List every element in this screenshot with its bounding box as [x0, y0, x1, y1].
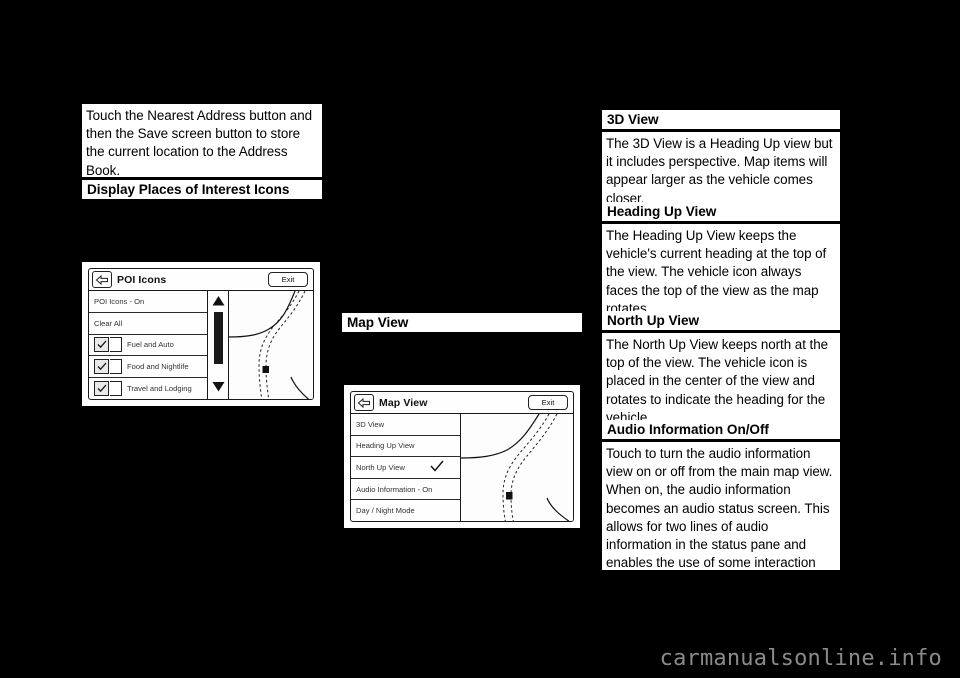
map-view-screenshot: Map View Exit 3D View Heading Up View No… [344, 385, 580, 528]
map-view-row-label: North Up View [356, 462, 405, 472]
section-heading-3d-view: 3D View [602, 110, 840, 129]
section-heading-audio-information: Audio Information On/Off [602, 420, 840, 439]
poi-row-poi-icons-on[interactable]: POI Icons - On [89, 291, 207, 313]
section-heading-north-up-view: North Up View [602, 311, 840, 330]
scrollbar-track[interactable] [218, 364, 219, 379]
poi-screen-title: POI Icons [117, 273, 167, 286]
section-body-3d-view: The 3D View is a Heading Up view but it … [602, 132, 840, 206]
map-view-heading-text: Map View [347, 314, 409, 330]
map-view-map-preview[interactable] [460, 414, 573, 521]
scroll-up-arrow-icon[interactable] [212, 293, 225, 311]
manual-page: Touch the Nearest Address button and the… [0, 0, 960, 678]
checkbox-checked-icon[interactable] [94, 337, 109, 353]
poi-row-label: Fuel and Auto [127, 340, 174, 350]
section-body-text: The 3D View is a Heading Up view but it … [606, 136, 833, 206]
section-heading-text: North Up View [607, 312, 699, 328]
poi-exit-button[interactable]: Exit [268, 272, 308, 287]
section-body-text: The North Up View keeps north at the top… [606, 337, 828, 425]
scroll-down-arrow-icon[interactable] [212, 379, 225, 397]
map-view-screen-title: Map View [379, 396, 428, 409]
map-view-row-label: 3D View [356, 419, 385, 429]
map-view-screen-body: 3D View Heading Up View North Up View Au… [351, 413, 573, 521]
poi-row-label: Clear All [94, 318, 123, 328]
checkbox-checked-icon[interactable] [94, 381, 109, 397]
poi-icons-screen: POI Icons Exit POI Icons - On Clear All [88, 268, 314, 400]
checkbox-shadow-decoration [110, 359, 122, 375]
map-view-options-list: 3D View Heading Up View North Up View Au… [351, 414, 460, 521]
poi-row-food-and-nightlife[interactable]: Food and Nightlife [89, 356, 207, 379]
poi-screen-header: POI Icons Exit [89, 269, 313, 290]
display-poi-heading-text: Display Places of Interest Icons [87, 181, 290, 197]
selected-checkmark-icon [430, 460, 444, 474]
poi-scrollbar[interactable] [207, 291, 229, 399]
poi-options-list: POI Icons - On Clear All Fuel and Auto F… [89, 291, 207, 399]
section-heading-text: 3D View [607, 111, 659, 127]
checkbox-shadow-decoration [110, 337, 122, 353]
map-view-screen: Map View Exit 3D View Heading Up View No… [350, 391, 574, 522]
map-view-row-3d-view[interactable]: 3D View [351, 414, 460, 436]
map-view-row-label: Heading Up View [356, 441, 415, 451]
poi-map-preview[interactable] [229, 291, 313, 399]
display-poi-heading: Display Places of Interest Icons [82, 180, 322, 199]
poi-icons-screenshot: POI Icons Exit POI Icons - On Clear All [82, 262, 320, 406]
poi-row-fuel-and-auto[interactable]: Fuel and Auto [89, 335, 207, 357]
map-view-row-heading-up-view[interactable]: Heading Up View [351, 436, 460, 458]
poi-screen-body: POI Icons - On Clear All Fuel and Auto F… [89, 290, 313, 399]
map-view-exit-button[interactable]: Exit [528, 395, 568, 410]
section-heading-text: Audio Information On/Off [607, 421, 769, 437]
map-view-row-north-up-view[interactable]: North Up View [351, 457, 460, 479]
checkbox-shadow-decoration [110, 381, 122, 397]
intro-paragraph-text: Touch the Nearest Address button and the… [86, 108, 312, 178]
section-body-text: The Heading Up View keeps the vehicle's … [606, 228, 827, 316]
map-view-row-day-night-mode[interactable]: Day / Night Mode [351, 500, 460, 521]
poi-row-label: Travel and Lodging [127, 384, 192, 394]
checkbox-checked-icon[interactable] [94, 359, 109, 375]
poi-row-label: Food and Nightlife [127, 362, 189, 372]
section-body-text: Touch to turn the audio information view… [606, 446, 833, 589]
section-body-audio-information: Touch to turn the audio information view… [602, 442, 840, 588]
section-heading-heading-up-view: Heading Up View [602, 202, 840, 221]
section-body-heading-up-view: The Heading Up View keeps the vehicle's … [602, 224, 840, 316]
poi-row-label: POI Icons - On [94, 296, 145, 306]
poi-row-travel-and-lodging[interactable]: Travel and Lodging [89, 378, 207, 399]
back-arrow-icon[interactable] [354, 394, 374, 411]
map-view-row-label: Day / Night Mode [356, 506, 415, 516]
back-arrow-icon[interactable] [92, 271, 112, 288]
scrollbar-thumb[interactable] [213, 312, 223, 364]
footer-watermark: carmanualsonline.info [659, 646, 942, 671]
map-view-row-audio-information[interactable]: Audio Information - On [351, 479, 460, 501]
section-body-north-up-view: The North Up View keeps north at the top… [602, 333, 840, 425]
map-view-row-label: Audio Information - On [356, 484, 433, 494]
section-heading-text: Heading Up View [607, 203, 717, 219]
intro-paragraph-block: Touch the Nearest Address button and the… [82, 104, 322, 178]
map-view-heading: Map View [342, 313, 582, 332]
map-view-screen-header: Map View Exit [351, 392, 573, 413]
poi-row-clear-all[interactable]: Clear All [89, 313, 207, 335]
